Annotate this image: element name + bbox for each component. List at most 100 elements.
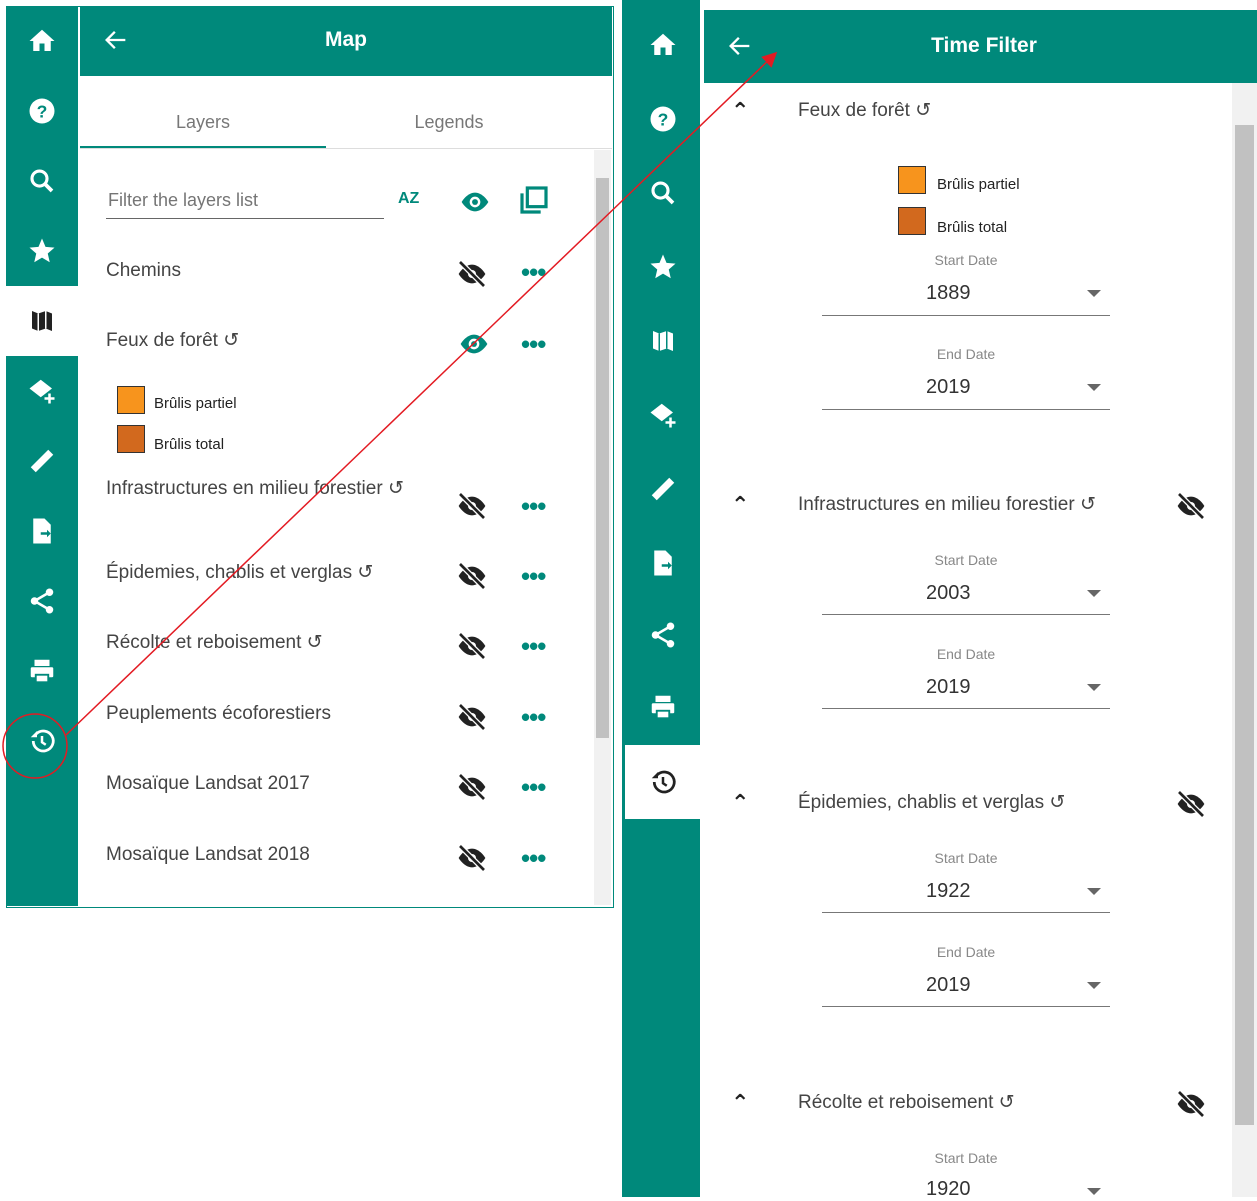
share-icon xyxy=(30,588,54,614)
start-date-select[interactable]: 1922 xyxy=(926,880,971,903)
measure-button[interactable] xyxy=(6,426,78,496)
layer-name-epidemies: Épidemies, chablis et verglas ↺ xyxy=(106,562,374,583)
collapse-chevron-button[interactable]: ⌃ xyxy=(731,1090,749,1116)
layer-visibility-toggle[interactable] xyxy=(456,701,488,738)
time-filter-button[interactable] xyxy=(625,745,700,819)
group-title: Récolte et reboisement ↺ xyxy=(798,1092,1015,1113)
layer-visibility-toggle[interactable] xyxy=(456,630,488,667)
layer-visibility-toggle[interactable] xyxy=(1175,788,1207,825)
layer-visibility-toggle[interactable] xyxy=(456,842,488,879)
dropdown-arrow-icon[interactable] xyxy=(1087,982,1101,989)
share-button[interactable] xyxy=(625,600,700,670)
layer-more-button[interactable]: ••• xyxy=(521,331,546,357)
layer-visibility-toggle[interactable] xyxy=(456,490,488,527)
dropdown-arrow-icon[interactable] xyxy=(1087,590,1101,597)
legend-swatch-partiel xyxy=(898,166,926,194)
map-button[interactable] xyxy=(6,286,78,356)
dropdown-arrow-icon[interactable] xyxy=(1087,384,1101,391)
star-icon xyxy=(29,238,55,263)
dropdown-arrow-icon[interactable] xyxy=(1087,1188,1101,1195)
print-button[interactable] xyxy=(625,672,700,742)
favorites-button[interactable] xyxy=(625,232,700,302)
tab-legends[interactable]: Legends xyxy=(326,96,572,148)
end-date-label: End Date xyxy=(936,646,996,662)
start-date-select[interactable]: 1920 xyxy=(926,1178,971,1201)
add-layer-icon xyxy=(29,379,55,404)
time-filter-button[interactable] xyxy=(6,706,78,776)
layer-more-button[interactable]: ••• xyxy=(521,259,546,285)
scrollbar-thumb[interactable] xyxy=(596,178,609,738)
search-button[interactable] xyxy=(625,158,700,228)
layer-more-button[interactable]: ••• xyxy=(521,563,546,589)
start-date-select[interactable]: 1889 xyxy=(926,282,971,305)
time-filter-scrollbar[interactable] xyxy=(1232,83,1257,1197)
tab-layers[interactable]: Layers xyxy=(80,96,326,148)
select-layers-button[interactable] xyxy=(518,184,550,221)
layer-visibility-toggle[interactable] xyxy=(1175,490,1207,527)
dropdown-arrow-icon[interactable] xyxy=(1087,290,1101,297)
collapse-chevron-button[interactable]: ⌃ xyxy=(731,790,749,816)
eye-off-icon xyxy=(1177,1090,1205,1118)
home-icon xyxy=(650,33,675,55)
layer-visibility-toggle[interactable] xyxy=(458,328,490,365)
eye-off-icon xyxy=(1177,790,1205,818)
header-title: Time Filter xyxy=(931,34,1037,57)
end-date-select[interactable]: 2019 xyxy=(926,676,971,699)
start-date-select[interactable]: 2003 xyxy=(926,582,971,605)
eye-icon xyxy=(461,192,489,212)
layer-more-button[interactable]: ••• xyxy=(521,493,546,519)
layer-visibility-toggle[interactable] xyxy=(456,560,488,597)
eye-icon xyxy=(460,334,488,354)
group-title: Feux de forêt ↺ xyxy=(798,100,932,121)
layer-more-button[interactable]: ••• xyxy=(521,774,546,800)
dropdown-arrow-icon[interactable] xyxy=(1087,684,1101,691)
share-button[interactable] xyxy=(6,566,78,636)
home-icon xyxy=(29,29,55,51)
sort-az-button[interactable]: AZ xyxy=(398,186,428,216)
export-button[interactable] xyxy=(625,528,700,598)
layer-visibility-toggle[interactable] xyxy=(456,258,488,295)
legend-label: Brûlis partiel xyxy=(937,176,1020,193)
help-button[interactable]: ? xyxy=(6,76,78,146)
layer-visibility-toggle[interactable] xyxy=(456,771,488,808)
add-layer-button[interactable] xyxy=(6,356,78,426)
help-button[interactable]: ? xyxy=(625,84,700,154)
scrollbar-thumb[interactable] xyxy=(1235,125,1254,1125)
right-header: Time Filter xyxy=(704,10,1257,83)
collapse-chevron-button[interactable]: ⌃ xyxy=(731,98,749,124)
add-layer-button[interactable] xyxy=(625,380,700,450)
legend-swatch-partiel xyxy=(117,386,145,414)
layer-visibility-toggle[interactable] xyxy=(1175,1088,1207,1125)
toggle-all-visibility-button[interactable] xyxy=(459,186,491,223)
end-date-select[interactable]: 2019 xyxy=(926,376,971,399)
map-button[interactable] xyxy=(625,306,700,376)
layer-more-button[interactable]: ••• xyxy=(521,633,546,659)
group-title: Épidemies, chablis et verglas ↺ xyxy=(798,792,1066,813)
print-icon xyxy=(651,695,674,720)
eye-off-icon xyxy=(458,562,486,590)
end-date-select[interactable]: 2019 xyxy=(926,974,971,997)
print-button[interactable] xyxy=(6,636,78,706)
search-button[interactable] xyxy=(6,146,78,216)
favorites-button[interactable] xyxy=(6,216,78,286)
end-date-label: End Date xyxy=(936,944,996,960)
history-icon xyxy=(651,770,676,794)
layers-scrollbar[interactable] xyxy=(594,150,611,905)
print-icon xyxy=(30,659,54,684)
collapse-chevron-button[interactable]: ⌃ xyxy=(731,492,749,518)
layer-filter-input[interactable] xyxy=(106,182,384,219)
export-button[interactable] xyxy=(6,496,78,566)
eye-off-icon xyxy=(1177,492,1205,520)
home-button[interactable] xyxy=(625,10,700,80)
layer-name-infrastructures: Infrastructures en milieu forestier ↺ xyxy=(106,478,404,499)
measure-button[interactable] xyxy=(625,454,700,524)
home-button[interactable] xyxy=(6,6,78,76)
layer-name-peuplements: Peuplements écoforestiers xyxy=(106,703,331,724)
start-date-label: Start Date xyxy=(934,1150,998,1166)
layer-name-landsat-2017: Mosaïque Landsat 2017 xyxy=(106,773,310,794)
dropdown-arrow-icon[interactable] xyxy=(1087,888,1101,895)
layer-more-button[interactable]: ••• xyxy=(521,845,546,871)
layer-name-landsat-2018: Mosaïque Landsat 2018 xyxy=(106,844,310,865)
export-icon xyxy=(653,550,672,576)
layer-more-button[interactable]: ••• xyxy=(521,704,546,730)
